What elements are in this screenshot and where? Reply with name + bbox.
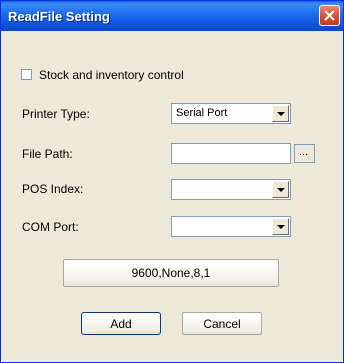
cancel-button-label: Cancel — [203, 316, 241, 331]
browse-button[interactable]: ... — [294, 144, 315, 163]
stock-inventory-checkbox[interactable] — [21, 69, 32, 80]
printer-type-dropdown-button[interactable] — [272, 105, 289, 122]
readfile-setting-dialog: ReadFile Setting Stock and inventory con… — [0, 0, 344, 363]
cancel-button[interactable]: Cancel — [182, 312, 262, 335]
printer-type-label: Printer Type: — [22, 107, 90, 121]
add-button[interactable]: Add — [81, 312, 161, 335]
add-button-label: Add — [110, 316, 132, 331]
printer-type-value: Serial Port — [176, 107, 228, 119]
file-path-input[interactable] — [171, 143, 291, 164]
com-port-dropdown-button[interactable] — [272, 218, 289, 235]
file-path-label: File Path: — [22, 147, 73, 161]
serial-settings-button[interactable]: 9600,None,8,1 — [63, 259, 279, 287]
dialog-title: ReadFile Setting — [8, 9, 110, 24]
browse-label: ... — [299, 146, 309, 158]
stock-inventory-label[interactable]: Stock and inventory control — [39, 68, 184, 82]
com-port-label: COM Port: — [22, 220, 79, 234]
pos-index-dropdown-button[interactable] — [272, 181, 289, 198]
close-button[interactable] — [319, 5, 340, 26]
chevron-down-icon — [277, 112, 285, 116]
pos-index-label: POS Index: — [22, 182, 84, 196]
serial-settings-label: 9600,None,8,1 — [131, 266, 211, 280]
pos-index-select[interactable] — [171, 179, 291, 200]
com-port-select[interactable] — [171, 216, 291, 237]
chevron-down-icon — [277, 188, 285, 192]
printer-type-select[interactable]: Serial Port — [171, 103, 291, 124]
title-bar[interactable]: ReadFile Setting — [1, 1, 343, 31]
close-icon — [324, 10, 335, 21]
chevron-down-icon — [277, 225, 285, 229]
